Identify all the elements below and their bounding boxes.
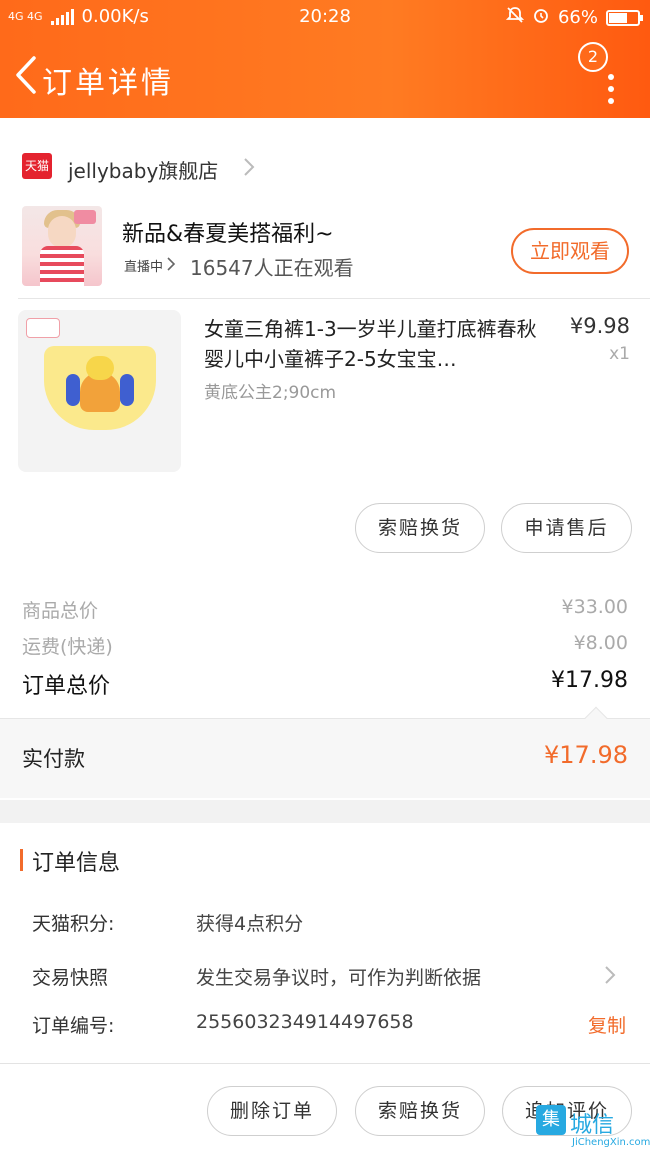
points-value: 获得4点积分 [196,913,304,935]
order-total-label: 订单总价 [22,674,111,699]
delete-order-button[interactable]: 删除订单 [207,1086,337,1136]
product-image [18,310,181,472]
store-name: jellybaby旗舰店 [68,159,219,183]
after-sale-button[interactable]: 申请售后 [501,503,632,553]
snapshot-label: 交易快照 [32,967,109,989]
snapshot-value: 发生交易争议时，可作为判断依据 [196,967,482,989]
more-vertical-icon [608,74,614,104]
product-quantity: x1 [609,344,630,364]
product-price: ¥9.98 [569,314,630,338]
order-info-title: 订单信息 [32,851,121,876]
status-bar: 4G 4G 0.00K/s 20:28 66% [0,0,650,34]
watermark-text: 城信 [570,1113,615,1138]
order-number-row: 订单编号: 2556032349144976​58 复制 [32,1011,632,1045]
order-number-value: 2556032349144976​58 [196,1011,414,1033]
exchange-button[interactable]: 索赔换货 [355,503,485,553]
product-item[interactable]: 女童三角裤1-3一岁半儿童打底裤春秋婴儿中小童裤子2-5女宝宝… 黄底公主2;9… [0,306,650,481]
shipping-row: 运费(快递) ¥8.00 [22,632,628,664]
snapshot-row[interactable]: 交易快照 发生交易争议时，可作为判断依据 [32,963,632,997]
silent-bell-icon [505,6,525,29]
order-number-label: 订单编号: [32,1015,115,1037]
page-title: 订单详情 [42,66,174,101]
store-row[interactable]: 天猫 jellybaby旗舰店 [0,145,650,187]
app-header: 4G 4G 0.00K/s 20:28 66% 订单详情 2 [0,0,650,118]
points-row: 天猫积分: 获得4点积分 [32,909,632,943]
back-button[interactable] [10,52,44,98]
paid-value: ¥17.98 [544,741,628,769]
clock: 20:28 [299,6,351,27]
live-title: 新品&春夏美搭福利~ [122,222,334,247]
product-title: 女童三角裤1-3一岁半儿童打底裤春秋婴儿中小童裤子2-5女宝宝… [204,317,537,371]
watermark-logo: 集 城信 JiChengXin.com [536,1105,650,1151]
watermark-box: 集 [536,1105,566,1135]
points-label: 天猫积分: [32,913,115,935]
goods-total-value: ¥33.00 [561,596,628,618]
product-spec: 黄底公主2;90cm [204,383,337,403]
watermark-url: JiChengXin.com [572,1137,650,1148]
goods-total-label: 商品总价 [22,600,99,622]
order-info-card: 订单信息 天猫积分: 获得4点积分 交易快照 发生交易争议时，可作为判断依据 订… [0,823,650,1063]
chevron-right-icon [244,158,255,176]
chevron-right-icon [167,257,176,271]
paid-label: 实付款 [22,747,85,771]
order-total-value: ¥17.98 [551,668,628,693]
divider [18,298,650,299]
notification-badge: 2 [578,42,608,72]
exchange-button[interactable]: 索赔换货 [355,1086,485,1136]
battery-percent: 66% [557,7,598,28]
tmall-logo: 天猫 [22,153,52,179]
more-button[interactable]: 2 [578,42,624,104]
section-accent-bar [20,849,23,871]
goods-total-row: 商品总价 ¥33.00 [22,596,628,628]
live-viewer-count: 16547人正在观看 [190,256,354,280]
chevron-left-icon [16,56,36,94]
nav-bar: 订单详情 2 [0,40,650,114]
live-thumbnail [22,206,102,286]
chevron-right-icon [605,966,616,984]
order-total-row: 订单总价 ¥17.98 [22,668,628,700]
alarm-icon [532,6,550,29]
live-status: 直播中 [124,260,164,275]
battery-icon [606,9,643,26]
paid-amount-block: 实付款 ¥17.98 [0,706,650,798]
live-stream-row[interactable]: 新品&春夏美搭福利~ 直播中 16547人正在观看 立即观看 [0,200,650,292]
copy-button[interactable]: 复制 [588,1011,626,1038]
shipping-label: 运费(快递) [22,636,113,658]
watch-now-button[interactable]: 立即观看 [511,228,629,274]
shipping-value: ¥8.00 [573,632,628,654]
